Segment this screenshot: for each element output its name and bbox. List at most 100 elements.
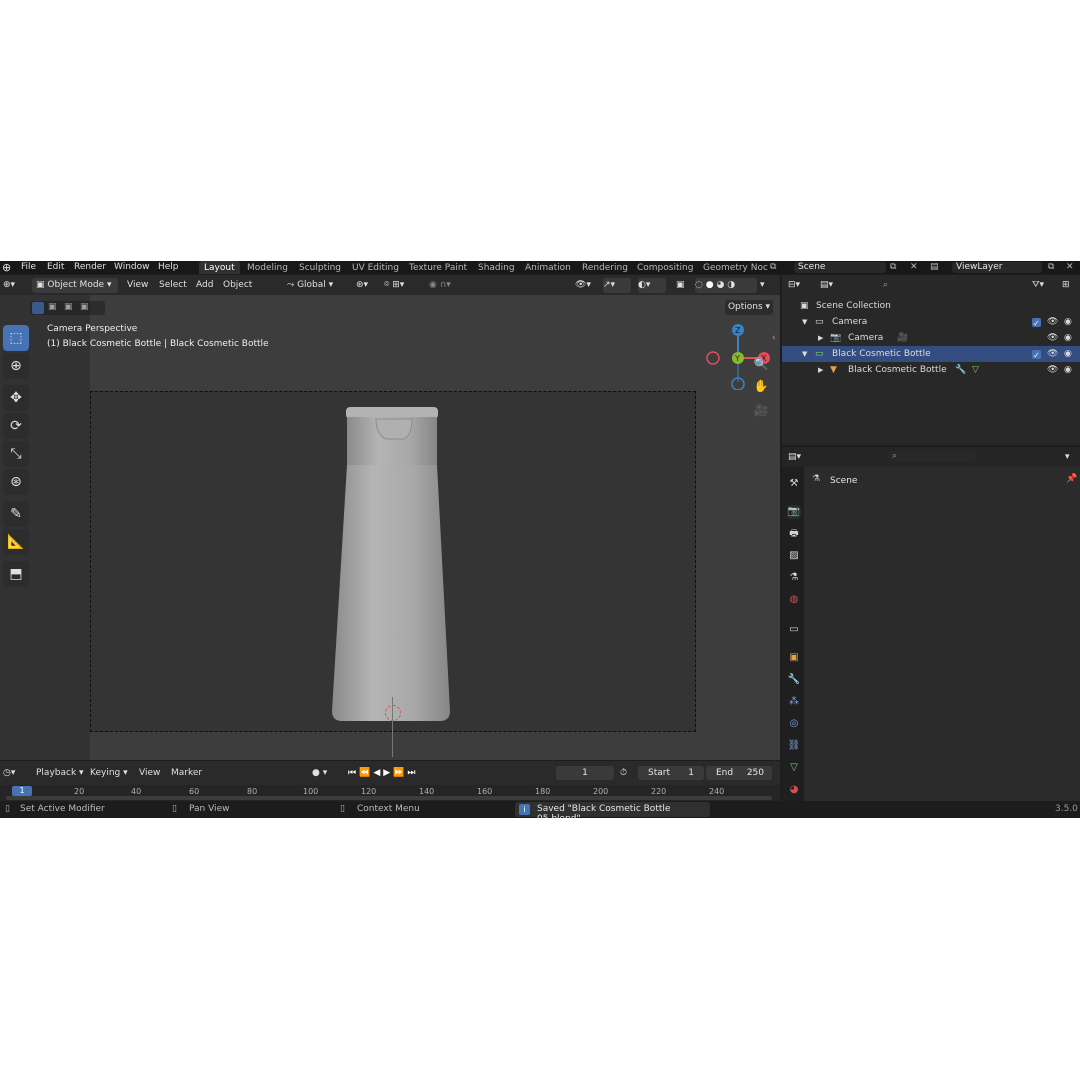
expand-icon[interactable]: ▼ [802,314,807,330]
jump-end-icon[interactable]: ⏭ [407,768,418,778]
new-collection-icon[interactable]: ⊞ [1062,278,1076,293]
properties-search-icon[interactable]: ⌕ [888,451,976,462]
exclude-checkbox[interactable] [1032,316,1041,332]
material-shading-icon[interactable]: ◕ [716,280,724,290]
menu-window[interactable]: Window [114,261,150,274]
collection-tab-icon[interactable]: ▭ [787,623,801,637]
scene-tab-icon[interactable]: ⚗ [787,571,801,585]
menu-keying[interactable]: Keying ▾ [90,766,128,781]
editor-type-icon[interactable]: ⊕▾ [3,278,25,293]
tab-sculpting[interactable]: Sculpting [294,261,346,274]
new-viewlayer-icon[interactable]: ⧉ [1048,261,1054,274]
menu-timeline-view[interactable]: View [139,766,160,781]
data-tab-icon[interactable]: ▽ [787,761,801,775]
menu-playback[interactable]: Playback ▾ [36,766,84,781]
render-camera-icon[interactable]: ◉ [1064,330,1072,346]
cursor-tool-icon[interactable]: ⊕ [3,353,29,379]
viewlayer-selector[interactable]: ViewLayer [952,262,1042,273]
render-camera-icon[interactable]: ◉ [1064,314,1072,330]
filter-icon[interactable]: ⛛▾ [1032,278,1056,293]
new-scene-icon[interactable]: ⧉ [890,261,896,274]
rendered-shading-icon[interactable]: ◑ [727,280,735,290]
tab-texture-paint[interactable]: Texture Paint [404,261,472,274]
world-tab-icon[interactable]: ◍ [787,593,801,607]
expand-icon[interactable]: ▶ [818,330,823,346]
annotate-tool-icon[interactable]: ✎ [3,501,29,527]
tab-shading[interactable]: Shading [473,261,520,274]
display-mode-icon[interactable]: ▤▾ [820,278,844,293]
overlay-toggle-icon[interactable]: ◐▾ [638,278,666,293]
camera-data-icon[interactable]: 🎥 [897,330,908,346]
physics-tab-icon[interactable]: ◎ [787,717,801,731]
menu-file[interactable]: File [21,261,36,274]
material-tab-icon[interactable]: ◕ [787,783,801,797]
stopwatch-icon[interactable]: ⏱ [620,766,634,781]
orientation-selector[interactable]: ⤳ Global ▾ [287,278,349,293]
menu-view[interactable]: View [127,278,148,293]
outliner-row-bottle-collection[interactable]: ▼ ▭ Black Cosmetic Bottle 👁 ◉ [782,346,1080,364]
tab-compositing[interactable]: Compositing [632,261,698,274]
render-tab-icon[interactable]: 📷 [787,505,801,519]
delete-scene-icon[interactable]: ✕ [910,261,918,274]
current-frame-field[interactable]: 1 [556,766,614,780]
tab-modeling[interactable]: Modeling [242,261,293,274]
play-icon[interactable]: ▶ [383,768,393,778]
start-frame-field[interactable]: Start 1 [638,766,704,780]
delete-viewlayer-icon[interactable]: ✕ [1066,261,1074,274]
pan-hand-icon[interactable]: ✋ [752,377,770,395]
properties-editor-icon[interactable]: ▤▾ [788,450,812,465]
3d-viewport[interactable]: ▣ ▣ ▣ Options ▾ Camera Perspective (1) B… [0,295,780,760]
timeline-editor-icon[interactable]: ◷▾ [3,766,25,781]
mesh-data-icon[interactable]: ▽ [972,362,979,378]
tab-uv-editing[interactable]: UV Editing [347,261,404,274]
jump-start-icon[interactable]: ⏮ [348,768,359,778]
pivot-icon[interactable]: ⊛▾ [356,278,380,293]
zoom-icon[interactable]: 🔍 [752,355,770,373]
scale-tool-icon[interactable]: ⤡ [3,441,29,467]
outliner-scene-collection[interactable]: ▣ Scene Collection [782,298,1080,314]
menu-render[interactable]: Render [74,261,106,274]
measure-tool-icon[interactable]: 📐 [3,529,29,555]
proportional-edit-icon[interactable]: ◉ ∩▾ [429,278,469,293]
scene-icon[interactable]: ⧉ [770,261,776,274]
outliner-editor-icon[interactable]: ⊟▾ [788,278,812,293]
transform-tool-icon[interactable]: ⊛ [3,469,29,495]
modifier-wrench-icon[interactable]: 🔧 [955,362,966,378]
tab-layout[interactable]: Layout [199,261,240,274]
particles-tab-icon[interactable]: ⁂ [787,695,801,709]
eye-icon[interactable]: 👁 [1047,314,1058,330]
tool-tab-icon[interactable]: ⚒ [787,477,801,491]
mode-selector[interactable]: ▣ Object Mode ▾ [32,278,118,293]
pin-icon[interactable]: 📌 [1066,474,1077,484]
eye-icon[interactable]: 👁 [1047,346,1058,362]
report-banner[interactable]: i Saved "Black Cosmetic Bottle 05.blend" [515,802,710,818]
options-dropdown[interactable]: Options ▾ [725,300,773,315]
visibility-icon[interactable]: 👁▾ [575,278,601,293]
menu-object[interactable]: Object [223,278,252,293]
wireframe-shading-icon[interactable]: ◌ [695,280,703,290]
expand-icon[interactable]: ▶ [818,362,823,378]
blender-logo-icon[interactable]: ⊕ [2,261,11,274]
output-tab-icon[interactable]: 🖶 [787,527,801,541]
solid-shading-icon[interactable]: ● [706,280,714,290]
select-tool-icon[interactable]: ⬚ [3,325,29,351]
viewlayer-icon[interactable]: ▤ [930,261,939,274]
sidebar-toggle-icon[interactable]: ‹ [772,333,776,343]
shading-modes[interactable]: ◌ ● ◕ ◑ [695,278,757,293]
prev-key-icon[interactable]: ⏪ [359,768,373,778]
menu-help[interactable]: Help [158,261,179,274]
tab-rendering[interactable]: Rendering [577,261,633,274]
play-reverse-icon[interactable]: ◀ [373,768,383,778]
tab-geometry-nodes[interactable]: Geometry Noc [698,261,768,274]
shading-options-icon[interactable]: ▾ [760,278,772,293]
outliner-row-bottle-object[interactable]: ▶ ▼ Black Cosmetic Bottle 🔧 ▽ 👁 ◉ [782,362,1080,378]
menu-marker[interactable]: Marker [171,766,202,781]
playhead[interactable]: 1 [12,786,32,796]
next-key-icon[interactable]: ⏩ [393,768,407,778]
record-icon[interactable]: ● ▾ [312,766,342,781]
menu-select[interactable]: Select [159,278,187,293]
move-tool-icon[interactable]: ✥ [3,385,29,411]
outliner-row-camera-object[interactable]: ▶ 📷 Camera 🎥 👁 ◉ [782,330,1080,346]
modifier-tab-icon[interactable]: 🔧 [787,673,801,687]
properties-options-icon[interactable]: ▾ [1065,450,1077,465]
